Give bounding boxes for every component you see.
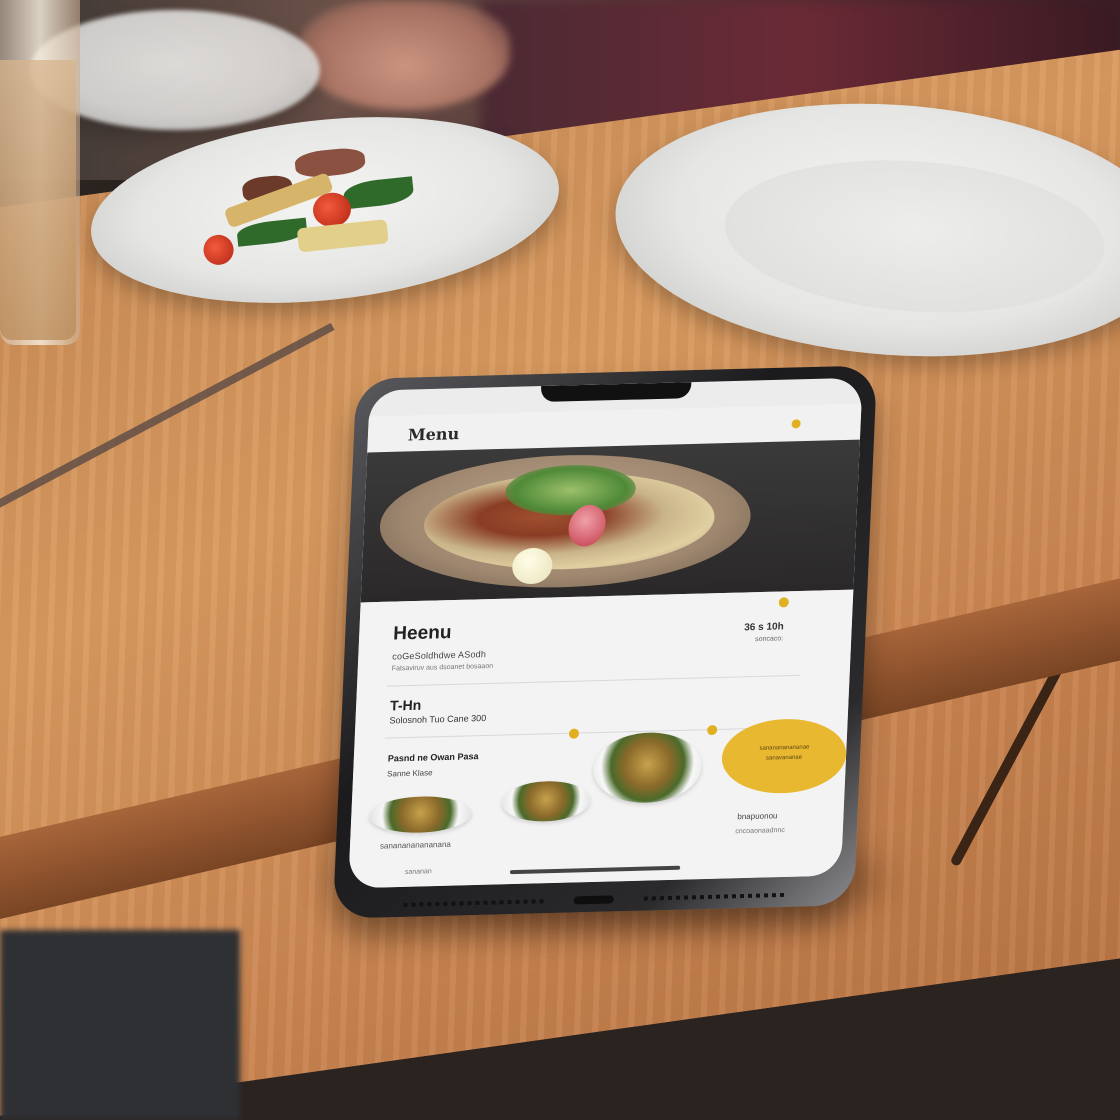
bottom-label: cncoaonaadnnc: [735, 827, 785, 836]
dish-thumbnail[interactable]: [591, 731, 704, 805]
section-subtitle: Solosnoh Tuo Cane 300: [389, 712, 487, 726]
section-subtitle: Sanne Klase: [386, 768, 433, 779]
divider: [386, 674, 800, 687]
promo-text: sananananananae: [759, 744, 810, 752]
app-title: Menu: [407, 424, 460, 445]
bottom-label: sananan: [404, 868, 432, 876]
green-leaf: [342, 176, 415, 210]
drink: [0, 60, 76, 340]
bottom-label[interactable]: bnapuonou: [737, 811, 778, 821]
favorite-dot-icon[interactable]: [778, 597, 790, 608]
drinking-glass: [0, 0, 80, 345]
smartphone: Menu Heenu coGeSoldhdwe ASodh Fatsaviruv…: [332, 365, 878, 919]
bowl-dot-icon: [568, 728, 580, 739]
speaker-grille: [643, 892, 785, 901]
dish-description: coGeSoldhdwe ASodh: [392, 649, 487, 662]
dish-title: Heenu: [392, 622, 452, 645]
dish-price: 36 s 10h: [743, 621, 784, 634]
section-title: T-Hn: [389, 696, 422, 714]
background-person-hand: [300, 0, 510, 110]
home-indicator[interactable]: [509, 865, 681, 875]
charging-port: [573, 895, 614, 905]
dish-thumbnail[interactable]: [368, 795, 473, 834]
bowl-dot-icon: [706, 724, 718, 736]
dish-info-panel: Heenu coGeSoldhdwe ASodh Fatsaviruv aus …: [348, 589, 854, 889]
meat-piece: [293, 146, 367, 180]
hero-dish-image[interactable]: [360, 439, 860, 603]
speaker-grille: [403, 899, 544, 907]
floor: [0, 930, 240, 1120]
bottom-label: sananananananana: [379, 839, 452, 851]
dish-thumbnail[interactable]: [501, 780, 591, 823]
notification-dot-icon[interactable]: [791, 419, 801, 429]
section-title[interactable]: Pasnd ne Owan Pasa: [388, 751, 479, 763]
dish-description-secondary: Fatsaviruv aus dsoanet bosaaon: [391, 662, 494, 673]
phone-screen[interactable]: Menu Heenu coGeSoldhdwe ASodh Fatsaviruv…: [348, 377, 863, 889]
promo-text: sanavananae: [765, 754, 803, 762]
pasta: [296, 219, 389, 253]
price-note: soncaco:: [754, 635, 784, 644]
tomato: [202, 233, 236, 267]
photo-scene: Menu Heenu coGeSoldhdwe ASodh Fatsaviruv…: [0, 0, 1120, 1120]
phone-body: Menu Heenu coGeSoldhdwe ASodh Fatsaviruv…: [332, 365, 878, 919]
empty-plate-center: [719, 148, 1110, 325]
